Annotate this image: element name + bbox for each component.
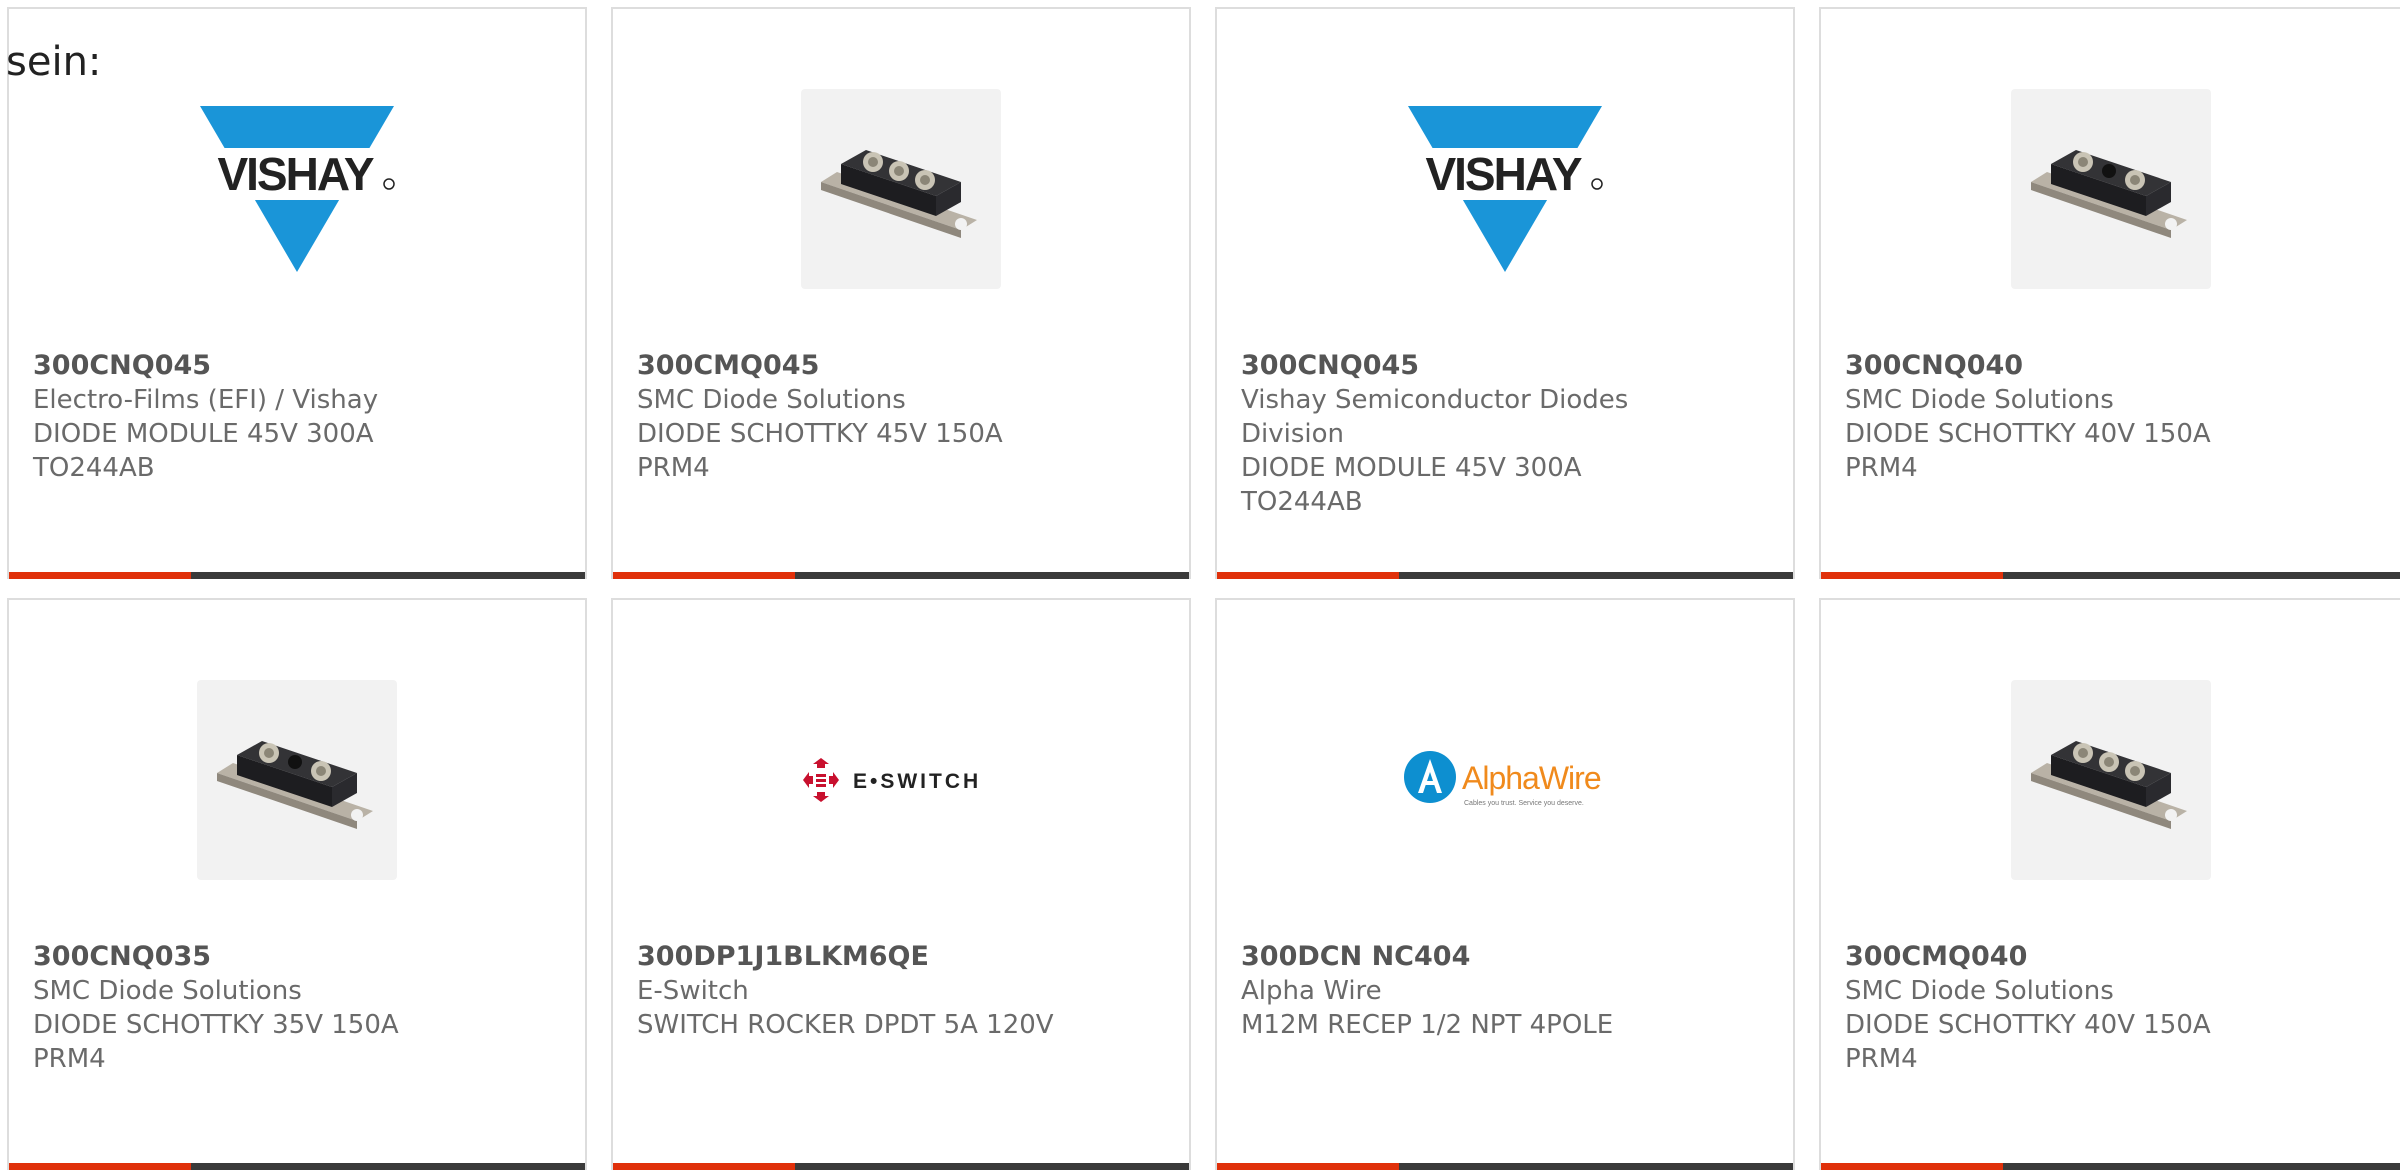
product-card[interactable]: 300CNQ035 SMC Diode Solutions DIODE SCHO…	[7, 598, 587, 1170]
manufacturer: SMC Diode Solutions	[637, 385, 906, 415]
part-number[interactable]: 300CMQ040	[1845, 940, 2380, 974]
card-bottom-bar	[613, 572, 1189, 579]
product-image[interactable]	[1821, 69, 2400, 309]
diode-module-photo-icon	[2010, 680, 2211, 880]
product-image[interactable]: AlphaWire Cables you trust. Service you …	[1217, 660, 1793, 900]
svg-text:VISHAY: VISHAY	[217, 148, 373, 200]
product-image[interactable]	[9, 660, 585, 900]
product-description: SWITCH ROCKER DPDT 5A 120V	[637, 1010, 1054, 1040]
card-bottom-bar	[613, 1163, 1189, 1170]
lead-text: sein:	[6, 39, 102, 85]
part-number[interactable]: 300DP1J1BLKM6QE	[637, 940, 1169, 974]
manufacturer: SMC Diode Solutions	[1845, 976, 2114, 1006]
card-bottom-bar	[9, 572, 585, 579]
diode-module-photo-icon	[801, 89, 1001, 289]
svg-text:AlphaWire: AlphaWire	[1462, 760, 1601, 796]
product-description: DIODE SCHOTTKY 35V 150A PRM4	[33, 1010, 399, 1074]
product-description: M12M RECEP 1/2 NPT 4POLE	[1241, 1010, 1614, 1040]
product-card[interactable]: VISHAY 300CNQ045 Electro-Films (EFI) / V…	[7, 7, 587, 579]
manufacturer: E-Switch	[637, 976, 749, 1006]
manufacturer: SMC Diode Solutions	[33, 976, 302, 1006]
svg-text:Cables you trust. Service you: Cables you trust. Service you deserve.	[1464, 800, 1584, 807]
part-number[interactable]: 300CNQ035	[33, 940, 565, 974]
product-image[interactable]	[613, 69, 1189, 309]
product-card[interactable]: AlphaWire Cables you trust. Service you …	[1215, 598, 1795, 1170]
part-number[interactable]: 300DCN NC404	[1241, 940, 1773, 974]
product-image[interactable]: VISHAY	[1217, 69, 1793, 309]
vishay-logo-icon: VISHAY	[1395, 105, 1615, 272]
alphawire-logo-icon: AlphaWire Cables you trust. Service you …	[1404, 751, 1602, 807]
product-image[interactable]: VISHAY	[9, 69, 585, 309]
eswitch-logo-icon: E•SWITCH	[803, 758, 981, 802]
product-image[interactable]: E•SWITCH	[613, 660, 1189, 900]
manufacturer: Electro-Films (EFI) / Vishay	[33, 385, 379, 415]
card-bottom-bar	[9, 1163, 585, 1170]
manufacturer: Vishay Semiconductor Diodes Division	[1241, 385, 1629, 449]
part-number[interactable]: 300CNQ045	[1241, 349, 1773, 383]
product-card[interactable]: 300CMQ040 SMC Diode Solutions DIODE SCHO…	[1819, 598, 2400, 1170]
svg-text:VISHAY: VISHAY	[1425, 148, 1581, 200]
manufacturer: Alpha Wire	[1241, 976, 1382, 1006]
card-bottom-bar	[1821, 572, 2400, 579]
product-card[interactable]: 300CNQ040 SMC Diode Solutions DIODE SCHO…	[1819, 7, 2400, 579]
diode-module-photo-icon	[2010, 89, 2211, 289]
product-description: DIODE MODULE 45V 300A TO244AB	[1241, 453, 1582, 517]
part-number[interactable]: 300CMQ045	[637, 349, 1169, 383]
product-description: DIODE SCHOTTKY 40V 150A PRM4	[1845, 1010, 2211, 1074]
part-number[interactable]: 300CNQ040	[1845, 349, 2380, 383]
card-bottom-bar	[1217, 572, 1793, 579]
part-number[interactable]: 300CNQ045	[33, 349, 565, 383]
svg-text:E•SWITCH: E•SWITCH	[853, 770, 981, 793]
product-card[interactable]: VISHAY 300CNQ045 Vishay Semiconductor Di…	[1215, 7, 1795, 579]
diode-module-photo-icon	[197, 680, 397, 880]
product-description: DIODE SCHOTTKY 40V 150A PRM4	[1845, 419, 2211, 483]
manufacturer: SMC Diode Solutions	[1845, 385, 2114, 415]
product-image[interactable]	[1821, 660, 2400, 900]
product-card[interactable]: E•SWITCH 300DP1J1BLKM6QE E-Switch SWITCH…	[611, 598, 1191, 1170]
card-bottom-bar	[1821, 1163, 2400, 1170]
card-bottom-bar	[1217, 1163, 1793, 1170]
vishay-logo-icon: VISHAY	[187, 105, 407, 272]
product-description: DIODE SCHOTTKY 45V 150A PRM4	[637, 419, 1003, 483]
product-description: DIODE MODULE 45V 300A TO244AB	[33, 419, 374, 483]
product-card[interactable]: 300CMQ045 SMC Diode Solutions DIODE SCHO…	[611, 7, 1191, 579]
